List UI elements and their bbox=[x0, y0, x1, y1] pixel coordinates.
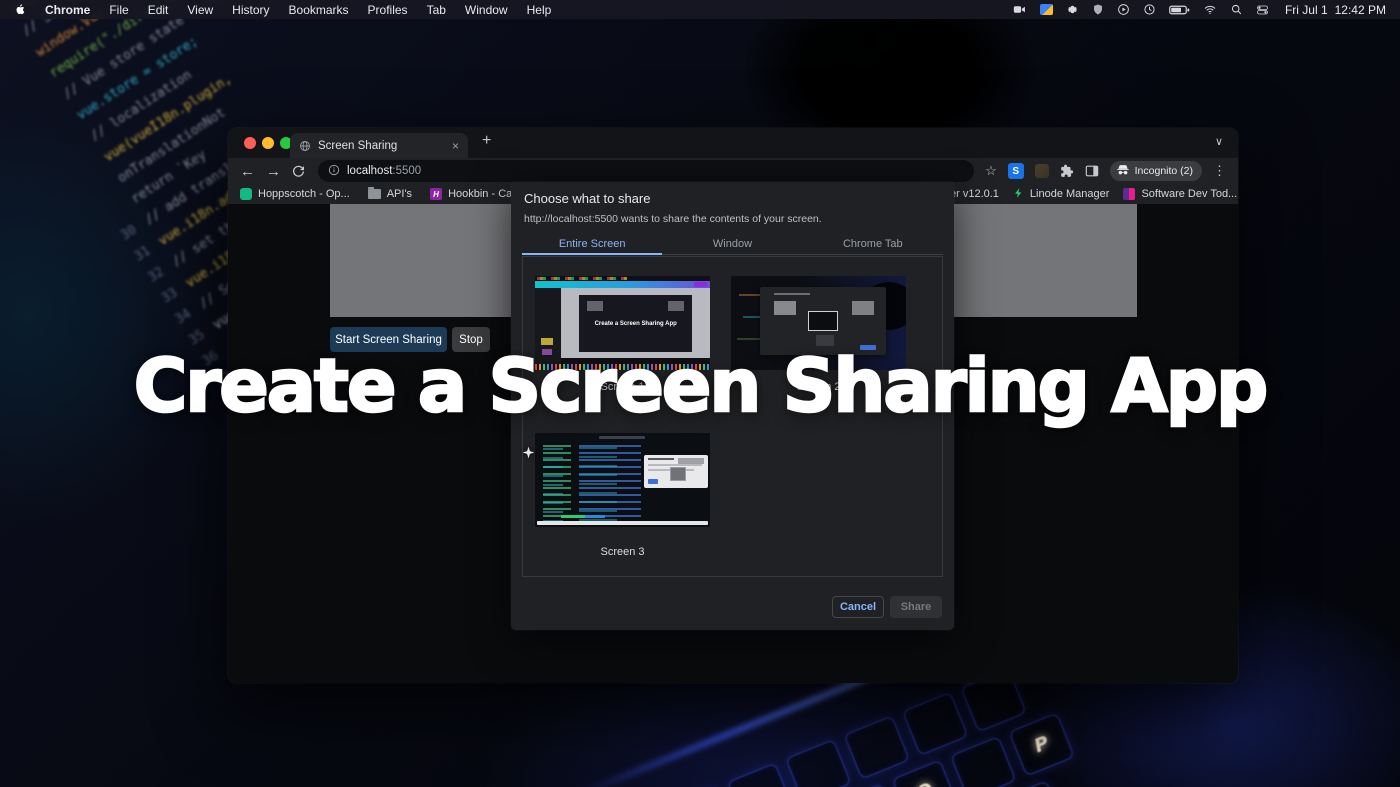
side-panel-icon[interactable] bbox=[1085, 164, 1099, 178]
settings-gear-icon[interactable] bbox=[1066, 3, 1079, 16]
screen-capture-icon[interactable] bbox=[1040, 4, 1053, 15]
apple-menu-icon[interactable] bbox=[14, 3, 26, 17]
key-o: O bbox=[913, 778, 936, 787]
shield-icon[interactable] bbox=[1092, 3, 1104, 16]
url-port: :5500 bbox=[392, 165, 421, 177]
extension-s-badge[interactable]: S bbox=[1008, 163, 1024, 179]
hookbin-icon: H bbox=[430, 188, 442, 200]
forward-button[interactable]: → bbox=[266, 164, 281, 179]
mouse-cursor-icon bbox=[522, 446, 535, 459]
hoppscotch-icon bbox=[240, 188, 252, 200]
back-button[interactable]: ← bbox=[240, 164, 255, 179]
tab-window[interactable]: Window bbox=[662, 234, 802, 254]
incognito-badge[interactable]: Incognito (2) bbox=[1110, 161, 1202, 181]
video-camera-icon[interactable] bbox=[1012, 3, 1027, 16]
cancel-button[interactable]: Cancel bbox=[832, 596, 884, 618]
bookmark-linode[interactable]: Linode Manager bbox=[1013, 187, 1110, 202]
wifi-icon[interactable] bbox=[1203, 4, 1217, 16]
overlay-title: Create a Screen Sharing App bbox=[0, 344, 1400, 429]
browser-toolbar: ← → localhost:5500 ☆ S Incognito (2) ⋮ bbox=[228, 158, 1238, 184]
thumb-caption: Create a Screen Sharing App bbox=[594, 320, 676, 326]
control-center-icon[interactable] bbox=[1256, 4, 1269, 16]
menu-item-profiles[interactable]: Profiles bbox=[368, 3, 408, 17]
dialog-tabs: Entire Screen Window Chrome Tab bbox=[522, 234, 943, 255]
site-info-icon[interactable] bbox=[328, 164, 340, 179]
share-button[interactable]: Share bbox=[890, 596, 942, 618]
tab-entire-screen[interactable]: Entire Screen bbox=[522, 234, 662, 254]
screen-3-thumbnail[interactable] bbox=[535, 433, 710, 527]
globe-icon bbox=[299, 140, 311, 152]
bookmark-apis-folder[interactable]: API's bbox=[368, 188, 412, 200]
macos-menu-bar: Chrome File Edit View History Bookmarks … bbox=[0, 0, 1400, 19]
dialog-subtitle: http://localhost:5500 wants to share the… bbox=[524, 213, 822, 225]
menu-item-edit[interactable]: Edit bbox=[148, 3, 169, 17]
menu-item-chrome[interactable]: Chrome bbox=[45, 3, 90, 17]
dialog-title: Choose what to share bbox=[524, 191, 650, 206]
active-tab-underline bbox=[522, 253, 662, 255]
menu-item-file[interactable]: File bbox=[109, 3, 128, 17]
battery-icon[interactable] bbox=[1169, 4, 1190, 16]
url-host: localhost bbox=[347, 165, 392, 177]
play-circle-icon[interactable] bbox=[1117, 3, 1130, 16]
menu-item-help[interactable]: Help bbox=[527, 3, 552, 17]
close-window-button[interactable] bbox=[244, 137, 256, 149]
menu-item-tab[interactable]: Tab bbox=[427, 3, 446, 17]
bookmark-software-dev[interactable]: Software Dev Tod... bbox=[1123, 188, 1237, 200]
tab-chrome-tab[interactable]: Chrome Tab bbox=[803, 234, 943, 254]
menu-item-history[interactable]: History bbox=[232, 3, 269, 17]
browser-menu-icon[interactable]: ⋮ bbox=[1213, 163, 1226, 179]
linode-icon bbox=[1013, 187, 1024, 202]
menu-item-window[interactable]: Window bbox=[465, 3, 508, 17]
tab-screen-sharing[interactable]: Screen Sharing × bbox=[290, 133, 468, 158]
minimize-window-button[interactable] bbox=[262, 137, 274, 149]
close-tab-icon[interactable]: × bbox=[452, 139, 459, 153]
tab-title: Screen Sharing bbox=[318, 140, 445, 152]
reload-button[interactable] bbox=[292, 165, 305, 178]
bookmark-star-icon[interactable]: ☆ bbox=[985, 163, 997, 179]
tab-search-chevron-icon[interactable]: ∨ bbox=[1215, 135, 1223, 148]
date-label: Fri Jul 1 bbox=[1285, 3, 1328, 17]
incognito-label: Incognito (2) bbox=[1135, 165, 1193, 177]
incognito-icon bbox=[1116, 163, 1130, 180]
key-p: P bbox=[1031, 732, 1052, 758]
menu-bar-clock[interactable]: Fri Jul 1 12:42 PM bbox=[1285, 3, 1386, 17]
spotlight-search-icon[interactable] bbox=[1230, 3, 1243, 16]
software-dev-icon bbox=[1123, 188, 1135, 200]
extension-dimmed-icon[interactable] bbox=[1035, 164, 1049, 178]
time-label: 12:42 PM bbox=[1335, 3, 1386, 17]
time-machine-icon[interactable] bbox=[1143, 3, 1156, 16]
extensions-puzzle-icon[interactable] bbox=[1060, 164, 1074, 178]
menu-item-view[interactable]: View bbox=[187, 3, 213, 17]
bookmark-hoppscotch[interactable]: Hoppscotch - Op... bbox=[240, 188, 350, 200]
address-bar[interactable]: localhost:5500 bbox=[318, 160, 974, 182]
screen-3-label: Screen 3 bbox=[535, 546, 710, 558]
menu-item-bookmarks[interactable]: Bookmarks bbox=[289, 3, 349, 17]
tab-strip: Screen Sharing × + ∨ bbox=[228, 128, 1238, 158]
folder-icon bbox=[368, 189, 381, 199]
bookmark-clipped[interactable]: er v12.0.1 bbox=[950, 188, 999, 200]
new-tab-button[interactable]: + bbox=[482, 132, 491, 150]
